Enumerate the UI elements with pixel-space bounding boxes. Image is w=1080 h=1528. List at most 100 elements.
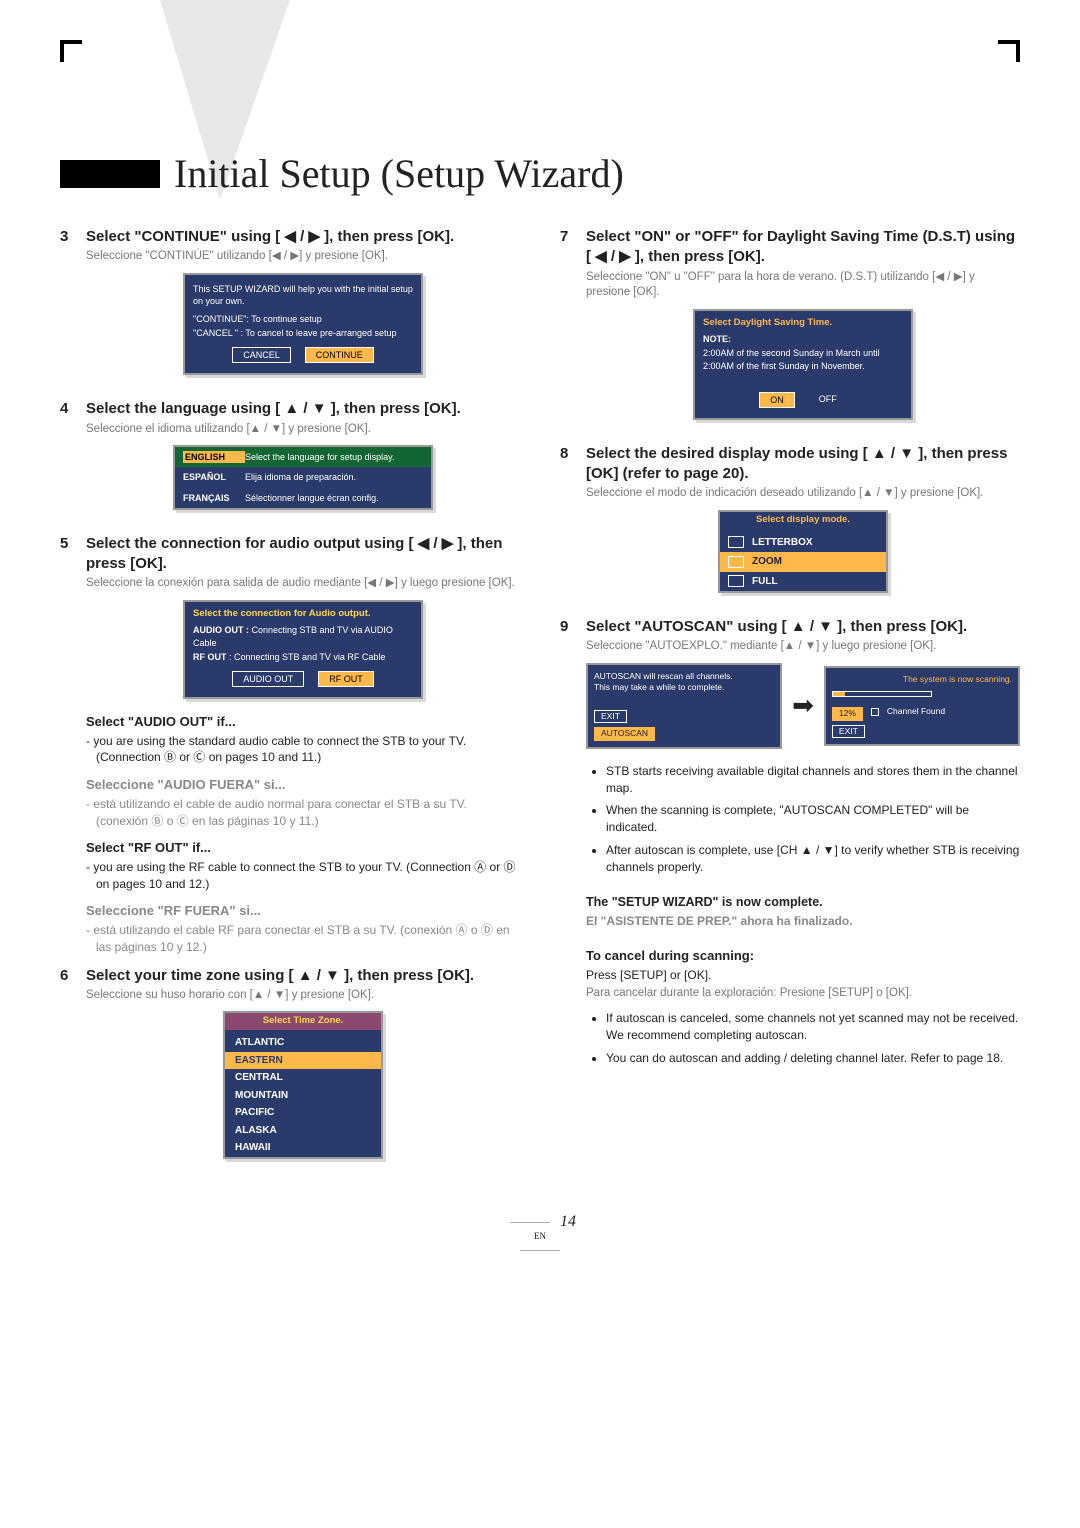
- step-subtext: Seleccione el modo de indicación deseado…: [586, 486, 1020, 502]
- step-6: 6 Select your time zone using [ ▲ / ▼ ],…: [60, 966, 520, 1173]
- rf-out-heading-es: Seleccione "RF FUERA" si...: [86, 902, 520, 920]
- step-subtext: Seleccione el idioma utilizando [▲ / ▼] …: [86, 422, 520, 438]
- step-heading: Select "ON" or "OFF" for Daylight Saving…: [586, 227, 1020, 268]
- language-dialog: ENGLISHSelect the language for setup dis…: [173, 445, 433, 509]
- step-subtext: Seleccione "ON" u "OFF" para la hora de …: [586, 270, 1020, 301]
- dst-off-button[interactable]: OFF: [809, 392, 847, 408]
- cancel-notes: If autoscan is canceled, some channels n…: [592, 1010, 1020, 1066]
- dst-note-text: 2:00AM of the second Sunday in March unt…: [703, 347, 903, 371]
- step-subtext: Seleccione "CONTINÚE" utilizando [◀ / ▶]…: [86, 249, 520, 265]
- tv-icon: [728, 536, 744, 548]
- tz-hawaii[interactable]: HAWAII: [225, 1139, 381, 1157]
- timezone-dialog: Select Time Zone. ATLANTIC EASTERN CENTR…: [223, 1011, 383, 1158]
- tv-icon: [728, 556, 744, 568]
- tz-alaska[interactable]: ALASKA: [225, 1122, 381, 1140]
- continue-button[interactable]: CONTINUE: [305, 347, 374, 363]
- step-number: 6: [60, 966, 86, 1173]
- step-number: 4: [60, 399, 86, 523]
- audio-output-dialog: Select the connection for Audio output. …: [183, 600, 423, 699]
- bullet: When the scanning is complete, "AUTOSCAN…: [606, 802, 1020, 836]
- step-heading: Select "CONTINUE" using [ ◀ / ▶ ], then …: [86, 227, 520, 247]
- dialog-title: Select the connection for Audio output.: [193, 608, 413, 621]
- step-number: 8: [560, 444, 586, 607]
- tz-mountain[interactable]: MOUNTAIN: [225, 1087, 381, 1105]
- progress-bar: [832, 691, 932, 697]
- step-number: 5: [60, 534, 86, 956]
- setup-wizard-dialog: This SETUP WIZARD will help you with the…: [183, 273, 423, 376]
- dialog-cancel-line: "CANCEL " : To cancel to leave pre-arran…: [193, 327, 413, 339]
- step-3: 3 Select "CONTINUE" using [ ◀ / ▶ ], the…: [60, 227, 520, 389]
- rf-out-note: - you are using the RF cable to connect …: [96, 859, 520, 893]
- tz-central[interactable]: CENTRAL: [225, 1069, 381, 1087]
- dialog-title: Select Time Zone.: [225, 1013, 381, 1030]
- lang-spanish[interactable]: ESPAÑOLElija idioma de preparación.: [175, 467, 431, 487]
- step-8: 8 Select the desired display mode using …: [560, 444, 1020, 607]
- step-number: 9: [560, 617, 586, 1078]
- rf-out-row: RF OUT : Connecting STB and TV via RF Ca…: [193, 651, 413, 663]
- audio-out-heading-es: Seleccione "AUDIO FUERA" si...: [86, 776, 520, 794]
- rf-out-heading: Select "RF OUT" if...: [86, 839, 520, 857]
- bullet: If autoscan is canceled, some channels n…: [606, 1010, 1020, 1044]
- rf-out-note-es: - está utilizando el cable RF para conec…: [96, 922, 520, 956]
- tz-atlantic[interactable]: ATLANTIC: [225, 1034, 381, 1052]
- column-right: 7 Select "ON" or "OFF" for Daylight Savi…: [560, 227, 1020, 1183]
- cancel-es: Para cancelar durante la exploración: Pr…: [586, 986, 1020, 1002]
- channel-found-icon: [871, 708, 879, 716]
- audio-out-heading: Select "AUDIO OUT" if...: [86, 713, 520, 731]
- tz-pacific[interactable]: PACIFIC: [225, 1104, 381, 1122]
- audio-out-row: AUDIO OUT : Connecting STB and TV via AU…: [193, 624, 413, 648]
- page-title: Initial Setup (Setup Wizard): [174, 150, 624, 197]
- page: Initial Setup (Setup Wizard) 3 Select "C…: [0, 0, 1080, 1279]
- tv-icon: [728, 575, 744, 587]
- cancel-button[interactable]: CANCEL: [232, 347, 291, 363]
- arrow-right-icon: ➡: [792, 688, 814, 723]
- column-left: 3 Select "CONTINUE" using [ ◀ / ▶ ], the…: [60, 227, 520, 1183]
- page-title-wrap: Initial Setup (Setup Wizard): [60, 150, 1020, 197]
- display-letterbox[interactable]: LETTERBOX: [720, 533, 886, 553]
- step-9: 9 Select "AUTOSCAN" using [ ▲ / ▼ ], the…: [560, 617, 1020, 1078]
- step-number: 7: [560, 227, 586, 434]
- exit-button[interactable]: EXIT: [594, 710, 627, 723]
- dst-on-button[interactable]: ON: [759, 392, 795, 408]
- display-full[interactable]: FULL: [720, 572, 886, 592]
- step-subtext: Seleccione "AUTOEXPLO." mediante [▲ / ▼]…: [586, 639, 1020, 655]
- bullet: STB starts receiving available digital c…: [606, 763, 1020, 797]
- corner-top-right: [998, 40, 1020, 62]
- wizard-complete-es: El "ASISTENTE DE PREP." ahora ha finaliz…: [586, 913, 1020, 929]
- dialog-title: This SETUP WIZARD will help you with the…: [193, 283, 413, 307]
- cancel-press: Press [SETUP] or [OK].: [586, 967, 1020, 983]
- cancel-heading: To cancel during scanning:: [586, 947, 1020, 965]
- lang-french[interactable]: FRANÇAISSélectionner langue écran config…: [175, 488, 431, 508]
- autoscan-line2: This may take a while to complete.: [594, 682, 774, 693]
- audio-out-note: - you are using the standard audio cable…: [96, 733, 520, 767]
- dialog-continue-line: "CONTINUE": To continue setup: [193, 313, 413, 325]
- step-heading: Select the language using [ ▲ / ▼ ], the…: [86, 399, 520, 419]
- channel-found-label: Channel Found: [887, 706, 945, 717]
- step-heading: Select the desired display mode using [ …: [586, 444, 1020, 485]
- tz-eastern[interactable]: EASTERN: [225, 1052, 381, 1070]
- step-heading: Select your time zone using [ ▲ / ▼ ], t…: [86, 966, 520, 986]
- scanning-title: The system is now scanning.: [832, 674, 1012, 685]
- title-bar: [60, 160, 160, 188]
- bullet: You can do autoscan and adding / deletin…: [606, 1050, 1020, 1067]
- lang-english[interactable]: ENGLISHSelect the language for setup dis…: [175, 447, 431, 467]
- display-mode-dialog: Select display mode. LETTERBOX ZOOM FULL: [718, 510, 888, 593]
- progress-row: [832, 691, 1012, 697]
- rf-out-button[interactable]: RF OUT: [318, 671, 374, 687]
- step-subtext: Seleccione la conexión para salida de au…: [86, 576, 520, 592]
- step-7: 7 Select "ON" or "OFF" for Daylight Savi…: [560, 227, 1020, 434]
- dialog-title: Select Daylight Saving Time.: [703, 317, 903, 330]
- autoscan-progress-dialog: The system is now scanning. 12% Channel …: [824, 666, 1020, 746]
- display-zoom[interactable]: ZOOM: [720, 552, 886, 572]
- step-4: 4 Select the language using [ ▲ / ▼ ], t…: [60, 399, 520, 523]
- audio-out-note-es: - está utilizando el cable de audio norm…: [96, 796, 520, 830]
- progress-percent: 12%: [832, 707, 863, 720]
- exit-button[interactable]: EXIT: [832, 725, 865, 738]
- audio-out-button[interactable]: AUDIO OUT: [232, 671, 304, 687]
- step-heading: Select the connection for audio output u…: [86, 534, 520, 575]
- autoscan-notes: STB starts receiving available digital c…: [592, 763, 1020, 876]
- columns: 3 Select "CONTINUE" using [ ◀ / ▶ ], the…: [60, 227, 1020, 1183]
- autoscan-button[interactable]: AUTOSCAN: [594, 727, 655, 740]
- page-number: 14 EN: [60, 1213, 1020, 1259]
- dst-dialog: Select Daylight Saving Time. NOTE: 2:00A…: [693, 309, 913, 420]
